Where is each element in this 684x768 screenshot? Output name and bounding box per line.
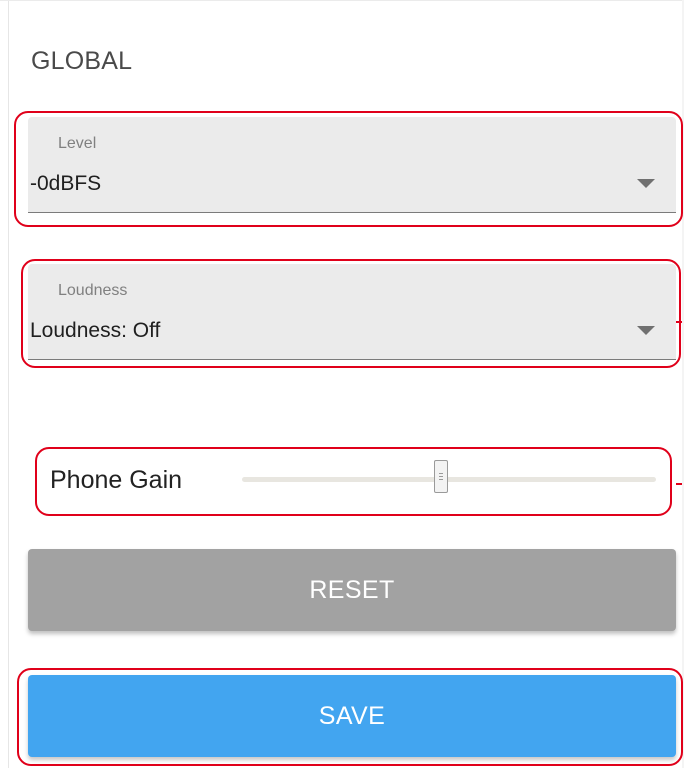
level-value: -0dBFS xyxy=(30,172,102,195)
loudness-label: Loudness xyxy=(58,282,128,299)
grip-icon xyxy=(438,476,443,477)
level-label: Level xyxy=(58,135,97,152)
phone-gain-label: Phone Gain xyxy=(50,466,183,494)
level-select[interactable]: Level -0dBFS xyxy=(28,117,676,213)
settings-panel: GLOBAL Level -0dBFS Loudness Loudness: O… xyxy=(0,0,683,768)
loudness-value: Loudness: Off xyxy=(30,319,161,342)
section-title: GLOBAL xyxy=(31,47,133,75)
dropdown-arrow-icon xyxy=(637,179,655,188)
annotation-tick xyxy=(676,483,682,485)
save-button[interactable]: SAVE xyxy=(28,675,676,757)
annotation-tick xyxy=(676,321,682,323)
reset-button[interactable]: RESET xyxy=(28,549,676,631)
phone-gain-row: Phone Gain xyxy=(50,451,670,511)
phone-gain-slider[interactable] xyxy=(242,460,656,493)
slider-thumb-handle[interactable] xyxy=(433,460,448,493)
panel-border xyxy=(8,1,9,768)
loudness-select[interactable]: Loudness Loudness: Off xyxy=(28,264,676,360)
grip-icon xyxy=(438,473,443,474)
dropdown-arrow-icon xyxy=(637,326,655,335)
grip-icon xyxy=(438,479,443,480)
